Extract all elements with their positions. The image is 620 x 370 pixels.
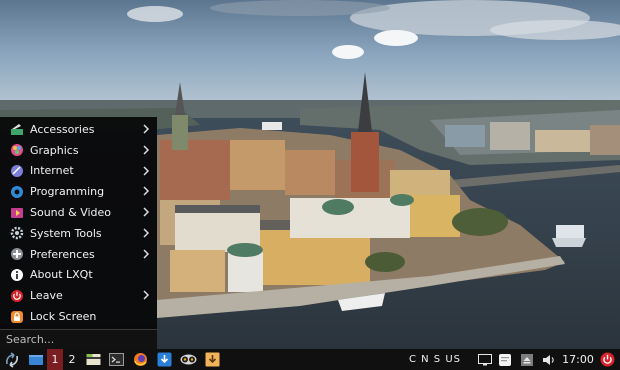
screen-icon [478,353,492,365]
chevron-right-icon [143,207,150,217]
download-manager-icon [157,352,171,367]
menu-search-box [0,329,157,349]
workspace-1-button[interactable]: 1 [47,349,63,370]
clipboard-icon [499,353,511,366]
chevron-right-icon [143,290,150,300]
menu-item-accessories[interactable]: Accessories [0,119,157,140]
search-input[interactable] [0,330,157,349]
menu-item-label: Preferences [30,247,95,261]
programming-icon [10,185,24,199]
leave-icon [10,289,24,303]
desktop-icon [29,354,43,365]
workspace-label: 2 [68,353,76,366]
system-tools-icon [10,226,24,240]
chevron-right-icon [143,124,150,134]
menu-item-label: Programming [30,185,105,199]
workspace-label: 1 [51,353,59,366]
menu-item-label: Sound & Video [30,206,112,220]
menu-item-label: System Tools [30,226,102,240]
power-button[interactable] [598,349,616,370]
folder-icon [86,354,100,365]
package-installer-launcher[interactable] [203,349,221,370]
tray-monitor[interactable] [476,349,494,370]
media-player-launcher[interactable] [178,349,198,370]
menu-item-label: Leave [30,289,63,303]
taskbar: 1 2 C N S US 17:00 [0,349,620,370]
preferences-icon [10,247,24,261]
tray-removable-media[interactable] [518,349,536,370]
application-menu: Accessories Graphics Internet Programmin… [0,117,157,349]
sound-video-icon [10,206,24,220]
show-desktop-button[interactable] [26,349,46,370]
clock-time: 17:00 [562,353,594,366]
firefox-icon [133,353,147,366]
volume-icon [543,354,554,365]
graphics-icon [10,143,24,157]
menu-item-list: Accessories Graphics Internet Programmin… [0,119,157,327]
file-manager-launcher[interactable] [84,349,102,370]
menu-item-graphics[interactable]: Graphics [0,140,157,161]
accessories-icon [10,122,24,136]
menu-item-label: Internet [30,164,74,178]
menu-item-lock-screen[interactable]: Lock Screen [0,306,157,327]
chevron-right-icon [143,228,150,238]
chevron-right-icon [143,145,150,155]
tray-clipboard[interactable] [496,349,514,370]
internet-icon [10,164,24,178]
menu-item-label: Graphics [30,143,79,157]
tray-volume[interactable] [540,349,558,370]
menu-item-about-lxqt[interactable]: About LXQt [0,265,157,286]
owl-icon [180,354,196,365]
menu-item-programming[interactable]: Programming [0,181,157,202]
menu-item-label: Accessories [30,122,95,136]
lxqt-logo-icon [6,351,18,368]
power-icon [600,352,614,367]
firefox-launcher[interactable] [131,349,149,370]
menu-item-sound-video[interactable]: Sound & Video [0,202,157,223]
menu-item-system-tools[interactable]: System Tools [0,223,157,244]
chevron-right-icon [143,166,150,176]
terminal-launcher[interactable] [107,349,125,370]
keyboard-layout-label: C N S US [408,354,461,365]
menu-item-leave[interactable]: Leave [0,285,157,306]
workspace-2-button[interactable]: 2 [64,349,80,370]
download-arrow-icon [205,352,219,367]
clock[interactable]: 17:00 [560,349,596,370]
menu-item-internet[interactable]: Internet [0,161,157,182]
keyboard-layout-indicator[interactable]: C N S US [404,349,466,370]
menu-item-label: Lock Screen [30,310,97,324]
terminal-icon [108,353,124,366]
menu-item-label: About LXQt [30,268,93,282]
chevron-right-icon [143,186,150,196]
lock-screen-icon [10,310,24,324]
menu-item-preferences[interactable]: Preferences [0,244,157,265]
info-icon [10,268,24,282]
downloader-launcher[interactable] [155,349,173,370]
chevron-right-icon [143,249,150,259]
eject-icon [521,353,533,366]
start-menu-button[interactable] [2,349,22,370]
